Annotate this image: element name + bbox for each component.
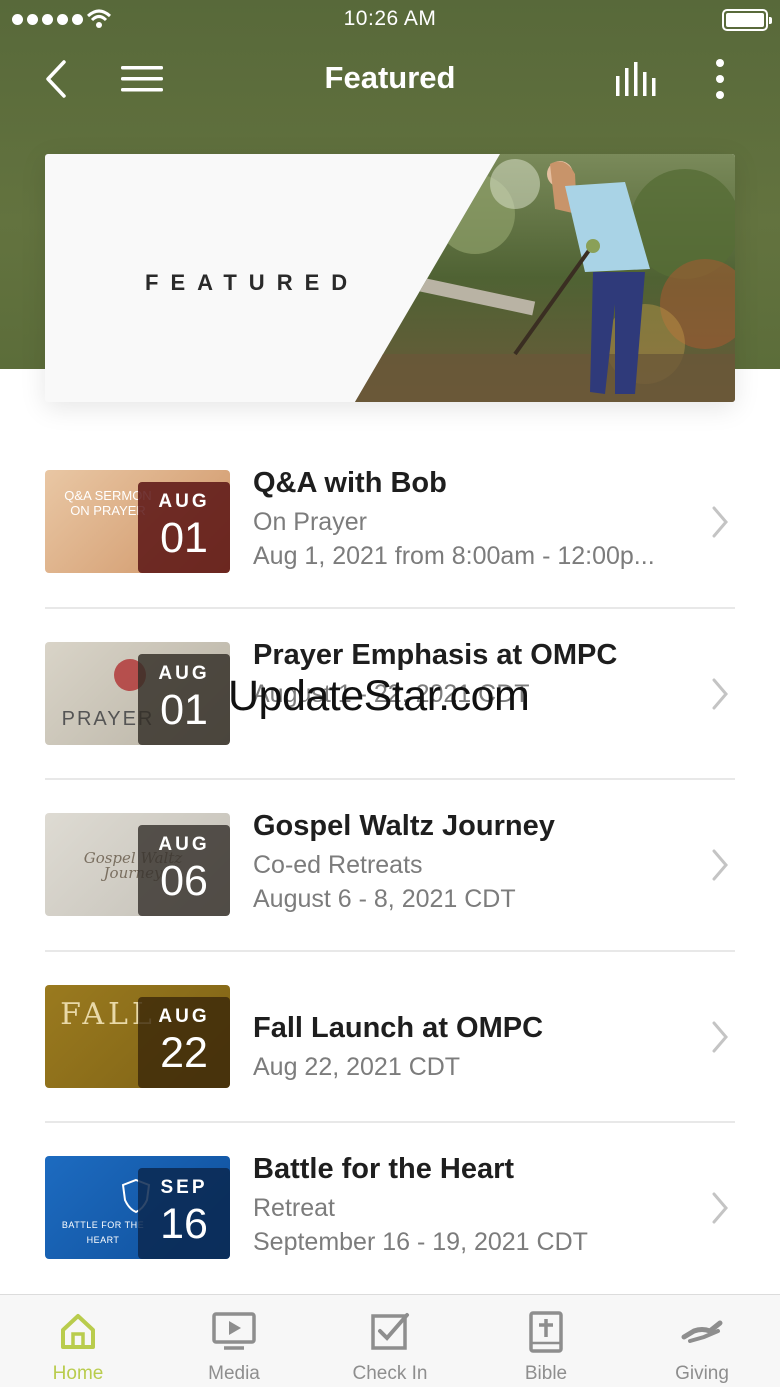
chevron-right-icon <box>712 1192 728 1224</box>
more-icon[interactable] <box>706 58 734 100</box>
date-day: 01 <box>160 514 208 562</box>
list-item[interactable]: BATTLE FOR THE HEART SEP 16 Battle for t… <box>45 1123 735 1295</box>
event-date: August 6 - 8, 2021 CDT <box>253 885 516 913</box>
event-subtitle: Co-ed Retreats <box>253 851 423 879</box>
event-text: Gospel Waltz Journey Co-ed Retreats Augu… <box>253 810 693 914</box>
giving-icon <box>681 1320 723 1343</box>
bible-icon <box>529 1311 563 1353</box>
date-badge: AUG 01 <box>138 482 230 573</box>
audio-bars-icon[interactable] <box>612 60 662 98</box>
tab-label: Check In <box>352 1363 428 1384</box>
tab-label: Bible <box>524 1363 568 1384</box>
tab-check-in[interactable]: Check In <box>312 1295 468 1387</box>
event-title: Battle for the Heart <box>253 1153 515 1185</box>
event-thumbnail: Q&A SERMON ON PRAYER AUG 01 <box>45 470 230 573</box>
battery-icon <box>722 9 772 31</box>
status-bar: 10:26 AM <box>0 0 780 40</box>
event-date: Aug 1, 2021 from 8:00am - 12:00p... <box>253 542 655 570</box>
tab-giving[interactable]: Giving <box>624 1295 780 1387</box>
tab-label: Media <box>208 1363 260 1384</box>
date-month: AUG <box>158 662 210 684</box>
date-badge: AUG 01 <box>138 653 230 745</box>
date-month: SEP <box>160 1177 208 1198</box>
date-month: AUG <box>158 491 210 512</box>
tab-label: Home <box>52 1363 104 1384</box>
featured-banner[interactable]: FEATURED <box>45 154 735 402</box>
chevron-right-icon <box>712 849 728 881</box>
checkin-icon <box>371 1313 409 1350</box>
tab-bible[interactable]: Bible <box>468 1295 624 1387</box>
date-month: AUG <box>158 1005 210 1027</box>
chevron-right-icon <box>712 678 728 709</box>
tab-media[interactable]: Media <box>156 1295 312 1387</box>
event-thumbnail: BATTLE FOR THE HEART SEP 16 <box>45 1156 230 1259</box>
chevron-right-icon <box>712 506 728 538</box>
media-icon <box>212 1312 256 1350</box>
event-subtitle: Retreat <box>253 1194 335 1222</box>
date-month: AUG <box>158 834 210 855</box>
chevron-right-icon <box>712 1021 728 1052</box>
date-badge: SEP 16 <box>138 1168 230 1259</box>
event-text: Q&A with Bob On Prayer Aug 1, 2021 from … <box>253 467 693 571</box>
event-title: Fall Launch at OMPC <box>253 1011 544 1044</box>
event-text: Battle for the Heart Retreat September 1… <box>253 1153 693 1257</box>
home-icon <box>61 1314 95 1349</box>
event-text: Fall Launch at OMPC Aug 22, 2021 CDT <box>253 982 693 1082</box>
tab-bar: Home Media Check In Bible Giving <box>0 1294 780 1387</box>
list-item[interactable]: FALL AUG 22 Fall Launch at OMPC Aug 22, … <box>45 952 735 1123</box>
tab-label: Giving <box>675 1363 729 1384</box>
date-day: 16 <box>160 1200 208 1248</box>
date-day: 06 <box>160 857 208 905</box>
event-title: Q&A with Bob <box>253 467 447 499</box>
event-subtitle: On Prayer <box>253 508 367 536</box>
watermark: UpdateStar.com <box>228 672 530 720</box>
status-time: 10:26 AM <box>343 7 437 30</box>
event-thumbnail: Gospel Waltz Journey AUG 06 <box>45 813 230 916</box>
list-item[interactable]: Q&A SERMON ON PRAYER AUG 01 Q&A with Bob… <box>45 437 735 609</box>
date-badge: AUG 06 <box>138 825 230 916</box>
date-day: 22 <box>160 1028 208 1077</box>
list-item[interactable]: Gospel Waltz Journey AUG 06 Gospel Waltz… <box>45 780 735 952</box>
event-list: Q&A SERMON ON PRAYER AUG 01 Q&A with Bob… <box>45 437 735 1295</box>
tab-home[interactable]: Home <box>0 1295 156 1387</box>
event-title: Gospel Waltz Journey <box>253 810 555 842</box>
event-title: Prayer Emphasis at OMPC <box>253 638 618 671</box>
event-date: Aug 22, 2021 CDT <box>253 1052 461 1081</box>
date-badge: AUG 22 <box>138 996 230 1088</box>
date-day: 01 <box>160 685 208 734</box>
banner-photo <box>355 154 735 402</box>
page-title: Featured <box>324 60 456 95</box>
event-thumbnail: FALL AUG 22 <box>45 984 230 1088</box>
event-thumbnail: PRAYER AUG 01 <box>45 641 230 745</box>
event-date: September 16 - 19, 2021 CDT <box>253 1228 588 1256</box>
